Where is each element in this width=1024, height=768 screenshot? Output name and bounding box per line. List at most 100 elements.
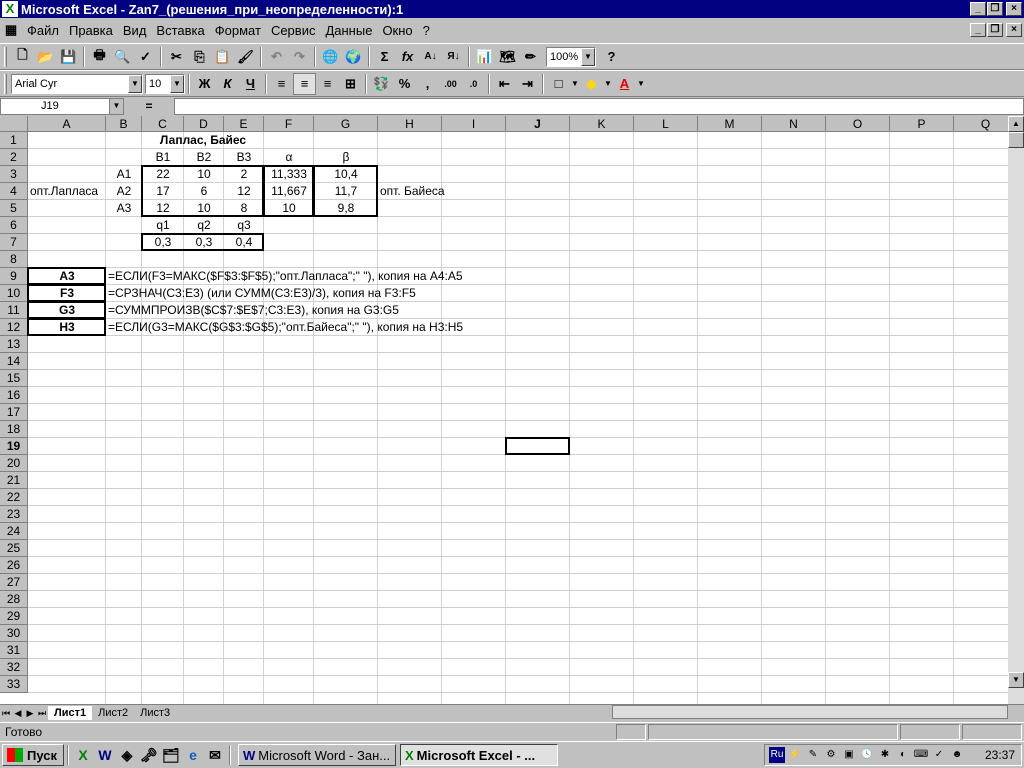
fill-color-icon[interactable]: ◆ bbox=[580, 73, 603, 95]
horizontal-scrollbar[interactable] bbox=[612, 705, 1008, 719]
row-header[interactable]: 4 bbox=[0, 183, 28, 200]
column-header[interactable]: K bbox=[570, 116, 634, 132]
menu-file[interactable]: Файл bbox=[22, 23, 64, 38]
tray-app-icon[interactable]: ⌨ bbox=[913, 747, 929, 763]
language-indicator[interactable]: Ru bbox=[769, 747, 785, 763]
chevron-down-icon[interactable]: ▼ bbox=[603, 73, 613, 95]
tray-app-icon[interactable]: ✓ bbox=[931, 747, 947, 763]
redo-icon[interactable]: ↷ bbox=[288, 46, 311, 68]
row-header[interactable]: 6 bbox=[0, 217, 28, 234]
column-header[interactable]: P bbox=[890, 116, 954, 132]
chevron-down-icon[interactable]: ▼ bbox=[581, 47, 595, 66]
office-assistant-icon[interactable]: ? bbox=[600, 46, 623, 68]
cell-c1[interactable]: Лаплас, Байес bbox=[142, 132, 264, 149]
hyperlink-icon[interactable]: 🌐 bbox=[319, 46, 342, 68]
scroll-down-arrow-icon[interactable]: ▼ bbox=[1008, 672, 1024, 688]
outlook-quicklaunch-icon[interactable]: ✉ bbox=[204, 744, 226, 766]
autosum-icon[interactable]: Σ bbox=[373, 46, 396, 68]
taskbar-word-button[interactable]: W Microsoft Word - Зан... bbox=[238, 744, 396, 766]
cell-b10[interactable]: =СРЗНАЧ(C3:E3) (или СУММ(C3:E3)/3), копи… bbox=[108, 285, 708, 302]
menu-format[interactable]: Формат bbox=[210, 23, 266, 38]
tray-app-icon[interactable]: ◐ bbox=[895, 747, 911, 763]
sheet-tab-1[interactable]: Лист1 bbox=[48, 705, 93, 720]
function-icon[interactable]: fx bbox=[396, 46, 419, 68]
tray-app-icon[interactable]: ✎ bbox=[805, 747, 821, 763]
cell-b9[interactable]: =ЕСЛИ(F3=МАКС($F$3:$F$5);"опт.Лапласа";"… bbox=[108, 268, 708, 285]
currency-icon[interactable]: 💱 bbox=[370, 73, 393, 95]
row-header[interactable]: 24 bbox=[0, 523, 28, 540]
drawing-icon[interactable]: ✏ bbox=[519, 46, 542, 68]
open-icon[interactable]: 📂 bbox=[34, 46, 57, 68]
row-header[interactable]: 3 bbox=[0, 166, 28, 183]
toolbar-grip[interactable] bbox=[4, 73, 7, 94]
cell-b11[interactable]: =СУММПРОИЗВ($C$7:$E$7;C3:E3), копия на G… bbox=[108, 302, 708, 319]
worksheet-grid[interactable]: A B C D E F G H I J K L M N O P Q 1 2 3 4 5 6 7 8 9 10 11 12 13 14 15 16… bbox=[0, 116, 1008, 704]
increase-decimal-icon[interactable]: .00 bbox=[439, 73, 462, 95]
name-box[interactable]: J19 ▼ bbox=[0, 97, 124, 115]
chevron-down-icon[interactable]: ▼ bbox=[109, 98, 123, 114]
cell-b4[interactable]: A2 bbox=[106, 183, 142, 200]
row-header[interactable]: 16 bbox=[0, 387, 28, 404]
decrease-indent-icon[interactable]: ⇤ bbox=[493, 73, 516, 95]
cell-d6[interactable]: q2 bbox=[184, 217, 224, 234]
borders-icon[interactable]: □ bbox=[547, 73, 570, 95]
vertical-scroll-thumb[interactable] bbox=[1008, 132, 1024, 148]
row-header[interactable]: 20 bbox=[0, 455, 28, 472]
vertical-scrollbar[interactable]: ▲ ▼ bbox=[1008, 116, 1024, 704]
row-header[interactable]: 28 bbox=[0, 591, 28, 608]
explorer-quicklaunch-icon[interactable]: 🗂 bbox=[160, 744, 182, 766]
column-header[interactable]: L bbox=[634, 116, 698, 132]
column-header[interactable]: H bbox=[378, 116, 442, 132]
row-header[interactable]: 15 bbox=[0, 370, 28, 387]
tray-app-icon[interactable]: ☻ bbox=[949, 747, 965, 763]
row-header[interactable]: 5 bbox=[0, 200, 28, 217]
row-header[interactable]: 27 bbox=[0, 574, 28, 591]
web-toolbar-icon[interactable]: 🌍 bbox=[342, 46, 365, 68]
scroll-up-arrow-icon[interactable]: ▲ bbox=[1008, 116, 1024, 132]
menu-window[interactable]: Окно bbox=[377, 23, 417, 38]
tray-app-icon[interactable]: ✱ bbox=[877, 747, 893, 763]
excel-app-icon[interactable]: X bbox=[2, 1, 18, 17]
print-preview-icon[interactable]: 🔍 bbox=[111, 46, 134, 68]
row-header[interactable]: 7 bbox=[0, 234, 28, 251]
print-icon[interactable]: 🖶 bbox=[88, 46, 111, 68]
menu-tools[interactable]: Сервис bbox=[266, 23, 321, 38]
cell-f2[interactable]: α bbox=[264, 149, 314, 166]
row-header[interactable]: 29 bbox=[0, 608, 28, 625]
column-header[interactable]: E bbox=[224, 116, 264, 132]
font-size-select[interactable]: 10 ▼ bbox=[145, 73, 185, 94]
menu-data[interactable]: Данные bbox=[320, 23, 377, 38]
close-button[interactable]: × bbox=[1006, 2, 1022, 16]
minimize-button[interactable]: _ bbox=[970, 2, 986, 16]
row-header[interactable]: 13 bbox=[0, 336, 28, 353]
doc-minimize-button[interactable]: _ bbox=[970, 23, 986, 37]
menu-edit[interactable]: Правка bbox=[64, 23, 118, 38]
taskbar-excel-button[interactable]: X Microsoft Excel - ... bbox=[400, 744, 558, 766]
row-header[interactable]: 18 bbox=[0, 421, 28, 438]
column-header[interactable]: I bbox=[442, 116, 506, 132]
merge-center-icon[interactable]: ⊞ bbox=[339, 73, 362, 95]
row-header[interactable]: 25 bbox=[0, 540, 28, 557]
format-painter-icon[interactable]: 🖌 bbox=[234, 46, 257, 68]
tray-app-icon[interactable]: ⚡ bbox=[787, 747, 803, 763]
spelling-icon[interactable]: ✓ bbox=[134, 46, 157, 68]
row-header[interactable]: 33 bbox=[0, 676, 28, 693]
column-header[interactable]: G bbox=[314, 116, 378, 132]
cell-e2[interactable]: B3 bbox=[224, 149, 264, 166]
paste-icon[interactable]: 📋 bbox=[211, 46, 234, 68]
column-header[interactable]: D bbox=[184, 116, 224, 132]
last-sheet-icon[interactable]: ⏭ bbox=[36, 706, 48, 720]
select-all-corner[interactable] bbox=[0, 116, 28, 132]
italic-button[interactable]: К bbox=[216, 73, 239, 95]
sort-descending-icon[interactable]: Я↓ bbox=[442, 46, 465, 68]
align-right-icon[interactable]: ≡ bbox=[316, 73, 339, 95]
restore-button[interactable]: ❐ bbox=[987, 2, 1003, 16]
doc-close-button[interactable]: × bbox=[1006, 23, 1022, 37]
ie-quicklaunch-icon[interactable]: e bbox=[182, 744, 204, 766]
percent-button[interactable]: % bbox=[393, 73, 416, 95]
column-header[interactable]: A bbox=[28, 116, 106, 132]
font-color-icon[interactable]: A bbox=[613, 73, 636, 95]
active-cell-j19[interactable] bbox=[505, 437, 570, 455]
doc-restore-button[interactable]: ❐ bbox=[987, 23, 1003, 37]
cut-icon[interactable]: ✂ bbox=[165, 46, 188, 68]
